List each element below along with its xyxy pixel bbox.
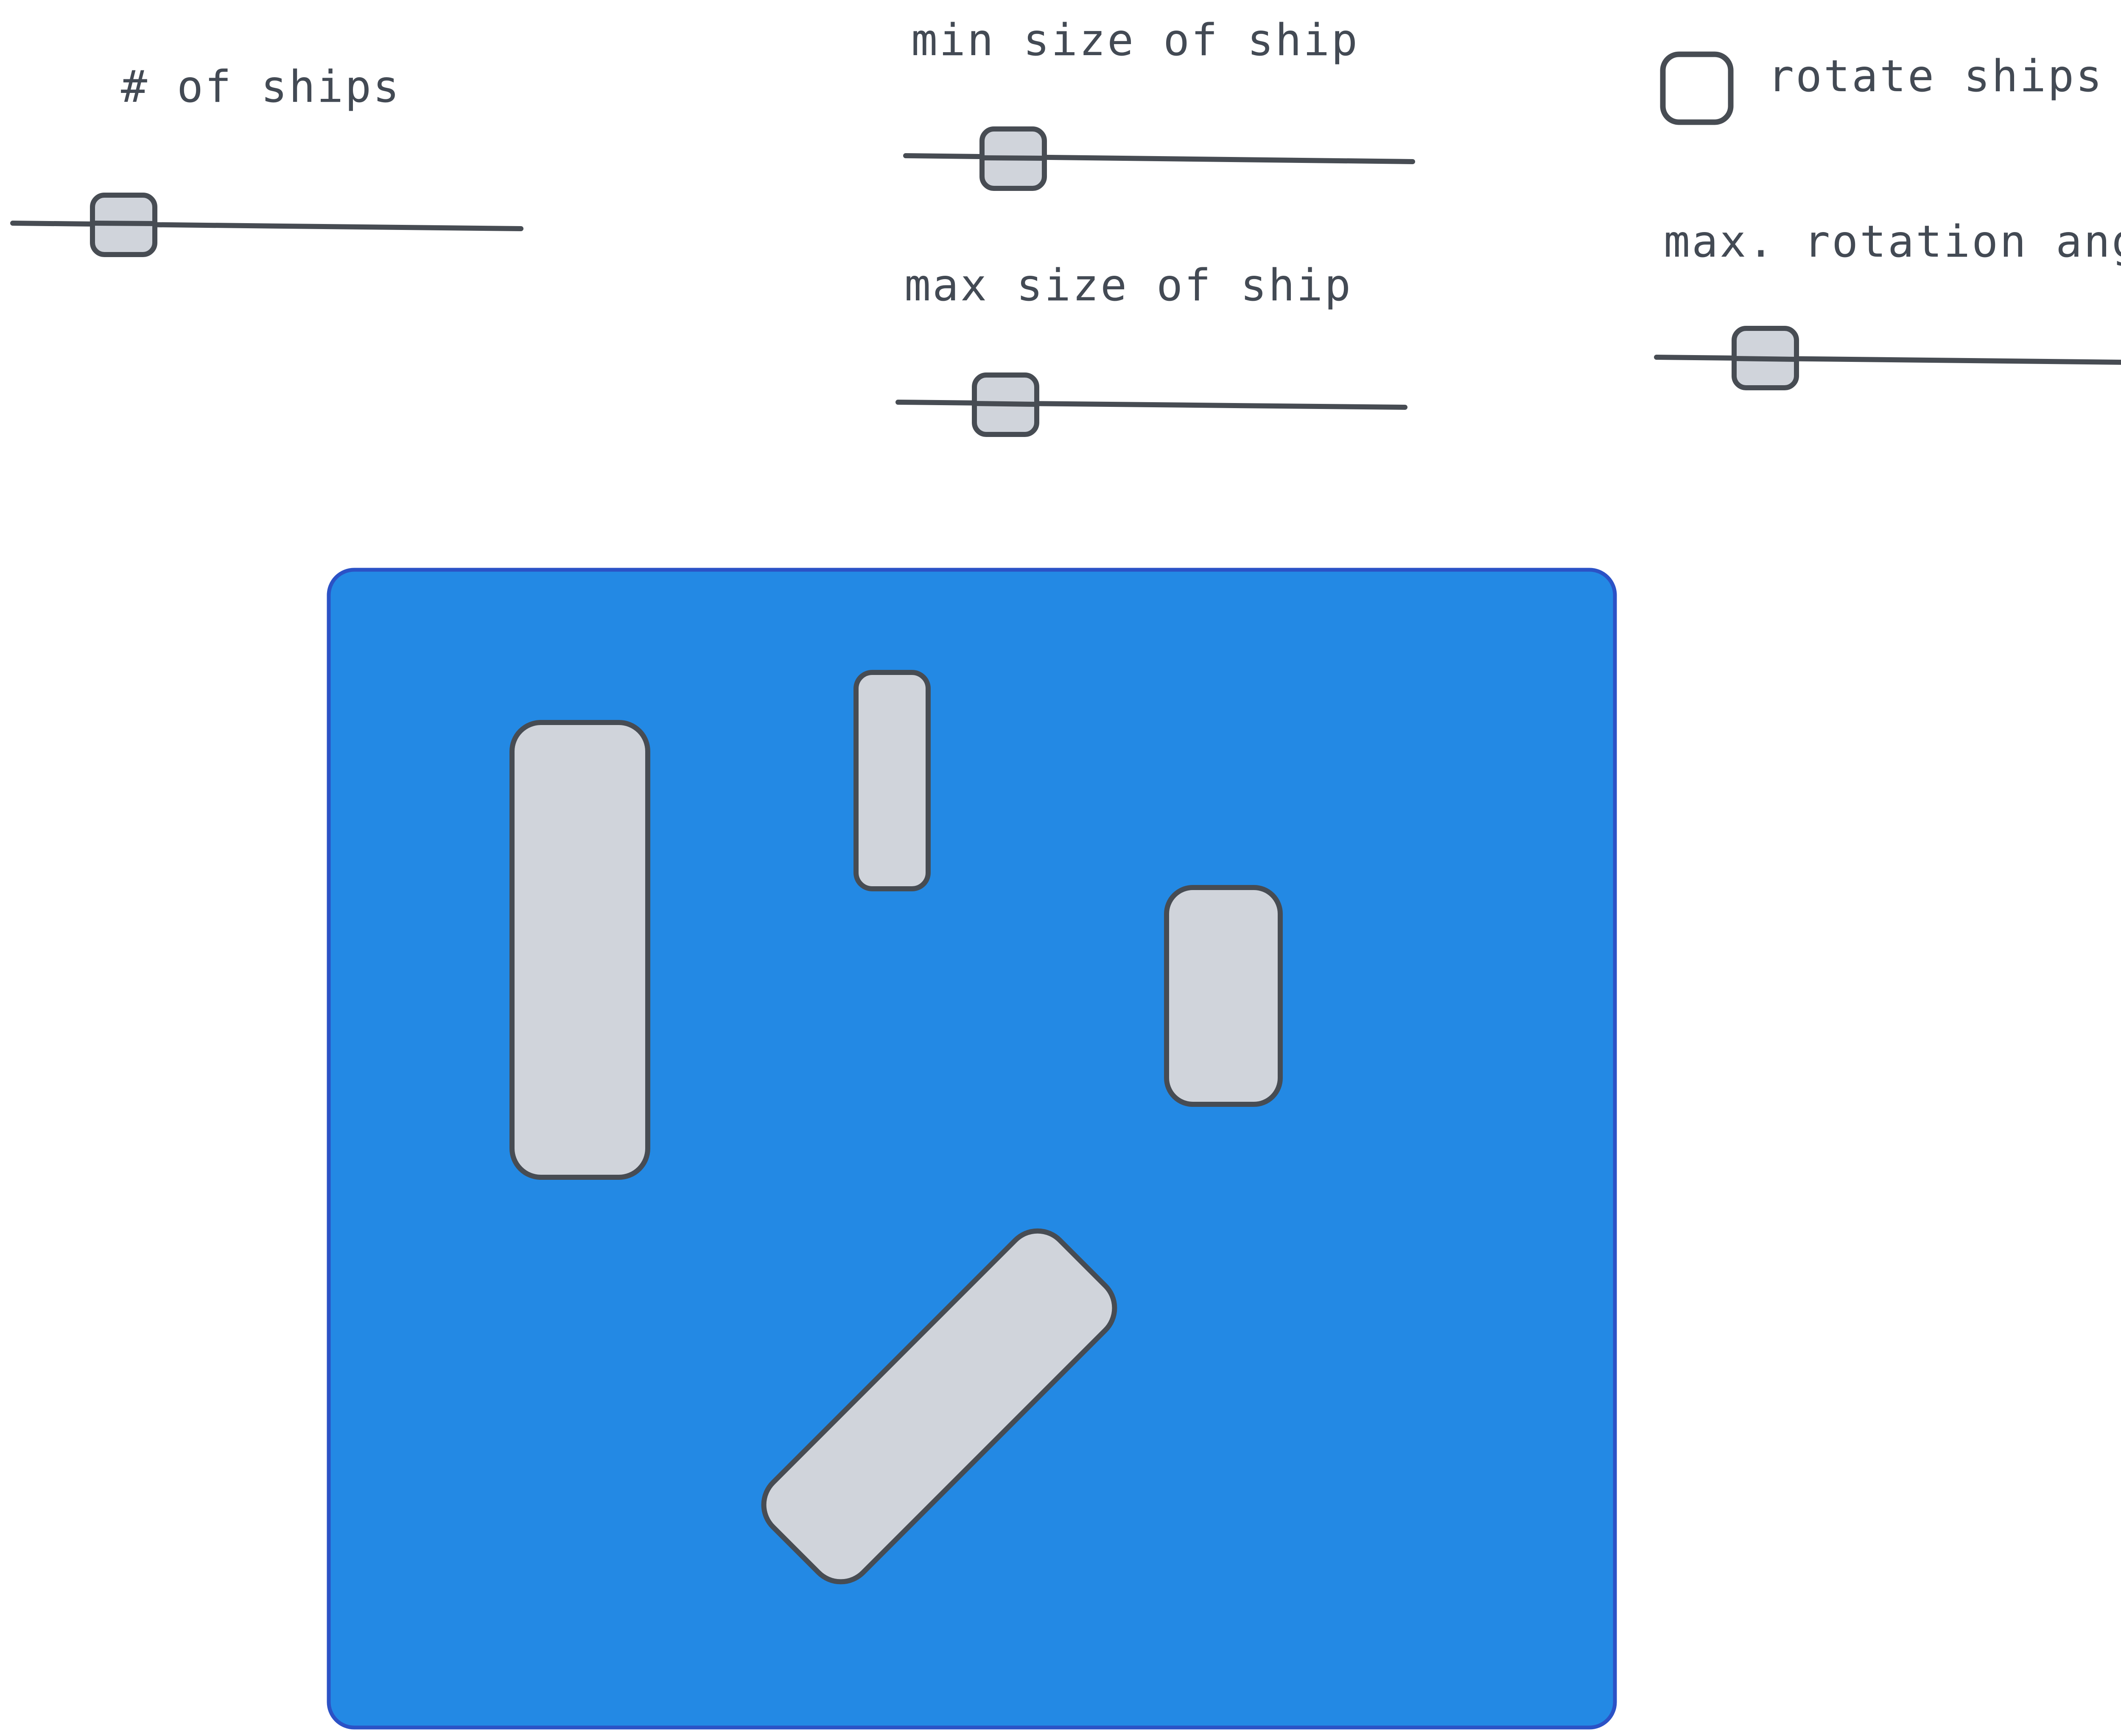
ship-3 — [1164, 885, 1283, 1107]
ship-generator-canvas: # of ships min size of ship max size of … — [10, 15, 2121, 1730]
max-size-track-over-thumb — [972, 401, 1039, 407]
max-size-control: max size of ship — [895, 260, 1407, 437]
rotate-ships-control[interactable]: rotate ships — [1660, 51, 2104, 125]
ocean-board — [327, 568, 1617, 1730]
min-size-label: min size of ship — [911, 15, 1359, 66]
max-size-slider[interactable] — [895, 372, 1407, 437]
ship-1 — [509, 720, 650, 1180]
max-rotation-control: max. rotation angle — [1654, 216, 2121, 390]
num-ships-track[interactable] — [10, 221, 523, 231]
min-size-control: min size of ship — [903, 15, 1415, 191]
ship-2 — [853, 670, 931, 891]
max-rotation-slider[interactable] — [1654, 326, 2121, 390]
num-ships-slider[interactable] — [10, 193, 523, 257]
num-ships-control: # of ships — [10, 62, 523, 257]
max-rotation-label: max. rotation angle — [1664, 216, 2121, 267]
rotate-ships-checkbox[interactable] — [1660, 51, 1734, 125]
max-rotation-track-over-thumb — [1732, 356, 1799, 362]
rotate-ships-label[interactable]: rotate ships — [1768, 51, 2104, 102]
max-size-label: max size of ship — [904, 260, 1352, 311]
num-ships-label: # of ships — [121, 62, 401, 112]
num-ships-track-over-thumb — [90, 221, 157, 226]
max-rotation-track[interactable] — [1654, 355, 2121, 365]
min-size-slider[interactable] — [903, 126, 1415, 191]
